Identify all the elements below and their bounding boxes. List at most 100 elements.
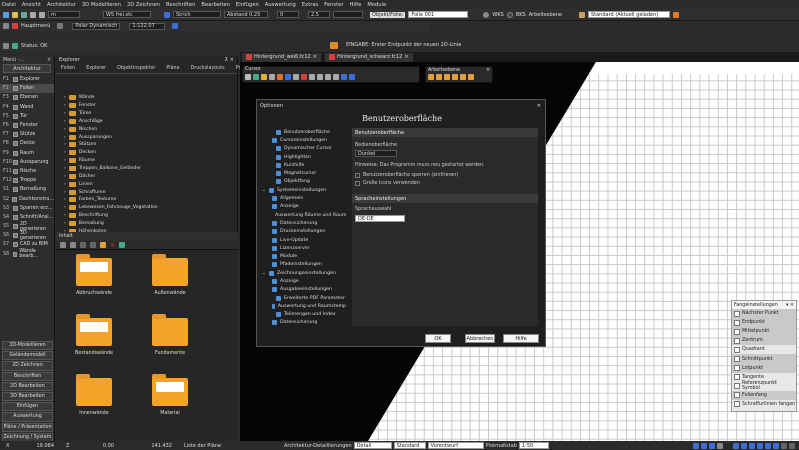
expand-icon[interactable]: › <box>64 135 66 140</box>
options-tree-item[interactable]: Anzeige <box>260 277 346 285</box>
folie-select[interactable]: Folie 001 <box>408 11 469 18</box>
options-tree-item[interactable]: Module <box>260 252 346 260</box>
expand-icon[interactable]: › <box>64 95 66 100</box>
options-tree-item[interactable]: Erweiterte PDF Parameter <box>260 294 346 302</box>
checkbox[interactable] <box>355 181 360 186</box>
home-icon[interactable] <box>12 23 18 29</box>
open-icon[interactable] <box>12 11 18 18</box>
measure-icon[interactable] <box>285 74 291 80</box>
options-tree-item[interactable]: Datensicherung <box>260 219 346 227</box>
explorer-tab[interactable]: Folien <box>56 66 80 71</box>
options-tree-item[interactable]: Benutzeroberfläche <box>260 128 346 136</box>
architektur-heading[interactable]: Architektur <box>3 64 51 73</box>
polar-icon[interactable] <box>333 74 339 80</box>
options-tree-item[interactable]: Ausgabeeinstellungen <box>260 286 346 294</box>
window3-icon[interactable] <box>749 442 755 449</box>
hauptmenu-label[interactable]: Hauptmenü <box>21 23 50 29</box>
expand-icon[interactable]: › <box>64 103 66 108</box>
standard-select[interactable]: Standard (Aktuell geladen) <box>587 11 670 18</box>
left-item[interactable]: S6 3D generieren <box>0 231 54 241</box>
tree-folder[interactable]: › Farben_Texturen <box>56 196 237 204</box>
menu-item-0[interactable]: Datei <box>2 2 16 8</box>
left-item[interactable]: F9 Raum <box>0 149 54 158</box>
mode-select[interactable]: m <box>48 11 80 18</box>
snap-option[interactable]: Folienfang <box>732 390 796 400</box>
tree-folder[interactable]: › Bemaßung <box>56 220 237 228</box>
cursor-icon[interactable] <box>245 74 251 80</box>
bks-radio[interactable] <box>506 11 513 18</box>
options-tree-item[interactable]: Magnetcursor <box>260 169 346 177</box>
view-icon[interactable] <box>693 442 699 449</box>
category-button[interactable]: 3D-Modellieren <box>2 341 53 351</box>
expand-icon[interactable]: › <box>64 150 66 155</box>
close-icon[interactable]: ✕ <box>537 103 541 109</box>
category-button[interactable]: Geländemodell <box>2 351 53 361</box>
grid-icon[interactable] <box>293 74 299 80</box>
linestyle-select[interactable]: Strich <box>173 11 221 18</box>
tree-folder[interactable]: › Aussparungen <box>56 133 237 141</box>
abstand-field[interactable]: Abstand 0.25 <box>224 11 268 18</box>
left-item[interactable]: F3 Ebenen <box>0 93 54 102</box>
profile-icon[interactable] <box>672 11 679 18</box>
window-icon[interactable] <box>733 442 739 449</box>
expand-icon[interactable]: › <box>64 174 66 179</box>
lock-icon[interactable] <box>3 43 9 49</box>
hilfe-button[interactable]: Hilfe <box>503 334 539 343</box>
options-tree-item[interactable]: Pfadeinstellungen <box>260 261 346 269</box>
window4-icon[interactable] <box>757 442 763 449</box>
category-button[interactable]: 2D Bearbeiten <box>2 381 53 391</box>
new-folder-icon[interactable] <box>100 242 106 248</box>
angle-icon[interactable] <box>317 74 323 80</box>
options-tree-item[interactable]: ⌄ Systemeinstellungen <box>260 186 346 194</box>
massstab-select[interactable]: 1:50 <box>518 442 549 449</box>
folder-tile[interactable]: Fundamente <box>140 312 200 366</box>
category-button[interactable]: Einfügen <box>2 402 53 412</box>
vorentwurf-select[interactable]: Vorentwurf <box>427 442 484 449</box>
left-item[interactable]: F8 Decke <box>0 139 54 148</box>
menu-item-5[interactable]: Beschriften <box>166 2 195 8</box>
tree-folder[interactable]: › Räume <box>56 157 237 165</box>
menu-item-10[interactable]: Fenster <box>324 2 343 8</box>
new-icon[interactable] <box>3 11 9 18</box>
expand-icon[interactable]: › <box>64 111 66 116</box>
options-tree-item[interactable]: Kurzhilfe <box>260 161 346 169</box>
tree-folder[interactable]: › Türen <box>56 110 237 118</box>
expand-icon[interactable]: › <box>64 119 66 124</box>
menu-item-12[interactable]: Module <box>367 2 386 8</box>
menu-item-2[interactable]: Architektur <box>47 2 76 8</box>
options-tree-item[interactable]: Highlighten <box>260 153 346 161</box>
options-tree-item[interactable]: Objektfang <box>260 178 346 186</box>
expand-icon[interactable]: › <box>64 142 66 147</box>
zoom-in-icon[interactable] <box>341 74 347 80</box>
expand-icon[interactable]: › <box>64 182 66 187</box>
cb-sperren[interactable]: Benutzeroberfläche sperren (einfrieren) <box>355 173 538 178</box>
polar-select[interactable]: Polar Dynamisch <box>72 22 121 30</box>
left-item[interactable]: F7 Stütze <box>0 130 54 139</box>
left-item[interactable]: S2 Dachkonstru... <box>0 194 54 203</box>
plane-xy-icon[interactable] <box>436 74 442 80</box>
category-button[interactable]: Pläne / Präsentation <box>2 422 53 432</box>
folder-tile[interactable]: Abbruchwände <box>64 252 124 306</box>
left-item[interactable]: F1 Explorer <box>0 75 54 84</box>
left-item[interactable]: F6 Fenster <box>0 121 54 130</box>
arrow-icon[interactable] <box>3 23 9 29</box>
options-tree-item[interactable]: Live-Update <box>260 236 346 244</box>
tree-folder[interactable]: › Stützen <box>56 141 237 149</box>
close-icon[interactable]: × <box>47 58 51 63</box>
options-tree-item[interactable]: Druckeinstellungen <box>260 228 346 236</box>
category-button[interactable]: Beschriften <box>2 371 53 381</box>
window7-icon[interactable] <box>781 442 787 449</box>
zoom-out-icon[interactable] <box>349 74 355 80</box>
left-item[interactable]: F5 Tür <box>0 112 54 121</box>
expand-icon[interactable]: › <box>64 205 66 210</box>
plane-xz-icon[interactable] <box>444 74 450 80</box>
dropdown-icon[interactable] <box>57 23 64 29</box>
tree-folder[interactable]: › Fenster <box>56 102 237 110</box>
lock-icon[interactable] <box>301 74 307 80</box>
explorer-tab[interactable]: Objektinspektor <box>112 66 160 71</box>
left-item[interactable]: F2 Folien <box>0 84 54 94</box>
cb-icons[interactable]: Große Icons verwenden <box>355 181 538 186</box>
close-icon[interactable]: × <box>486 68 490 73</box>
expand-icon[interactable]: › <box>64 166 66 171</box>
category-button[interactable]: 2D Zeichnen <box>2 361 53 371</box>
